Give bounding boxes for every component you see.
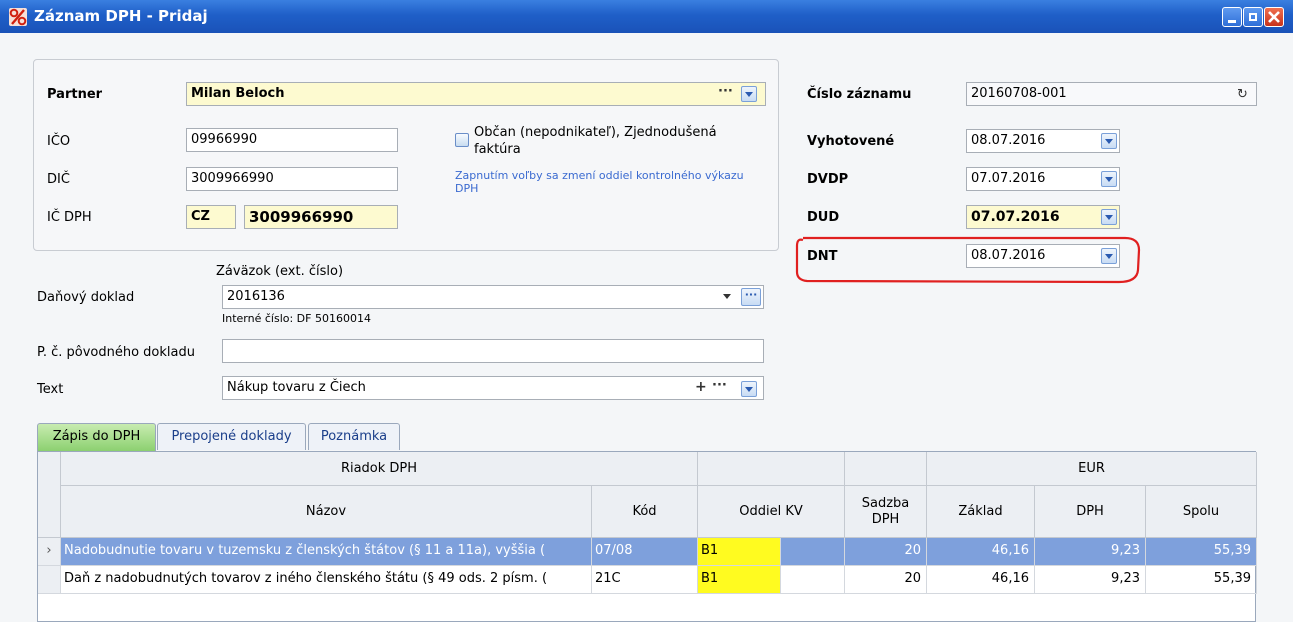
table-row-spolu[interactable]: 55,39 xyxy=(1146,538,1257,566)
obcan-checkbox[interactable] xyxy=(455,133,469,147)
minimize-icon xyxy=(1228,20,1236,23)
obcan-checkbox-label: Občan (nepodnikateľ), Zjednodušená xyxy=(474,125,717,140)
column-header-spolu[interactable]: Spolu xyxy=(1146,486,1257,538)
dud-date-field[interactable]: 07.07.2016 xyxy=(966,205,1120,229)
vyhotovene-date-field[interactable]: 08.07.2016 xyxy=(966,129,1120,153)
text-label: Text xyxy=(37,382,64,397)
column-header-nazov[interactable]: Názov xyxy=(61,486,592,538)
table-row-sadzba[interactable]: 20 xyxy=(845,566,927,594)
row-selector-icon[interactable]: › xyxy=(38,538,61,566)
icdph-country-field[interactable]: CZ xyxy=(186,205,236,229)
danovy-doklad-label: Daňový doklad xyxy=(37,290,135,305)
povodny-doklad-label: P. č. pôvodného dokladu xyxy=(37,345,195,360)
maximize-button[interactable] xyxy=(1243,7,1263,27)
close-button[interactable] xyxy=(1264,7,1284,27)
table-row-oddiel-rest[interactable] xyxy=(781,538,845,566)
povodny-doklad-field[interactable] xyxy=(222,339,764,363)
danovy-browse-button[interactable]: ··· xyxy=(741,288,761,306)
table-row-nazov[interactable]: Nadobudnutie tovaru v tuzemsku z členský… xyxy=(61,538,592,566)
vyhotovene-calendar-button[interactable] xyxy=(1101,133,1117,149)
column-header-sadzba-dph[interactable]: Sadzba DPH xyxy=(845,486,927,538)
app-icon xyxy=(9,8,27,26)
zavazok-label: Záväzok (ext. číslo) xyxy=(216,264,344,279)
danovy-doklad-field[interactable]: 2016136 xyxy=(222,285,764,309)
table-row-oddiel[interactable]: B1 xyxy=(698,538,781,566)
header-group-eur: EUR xyxy=(927,452,1257,486)
close-icon xyxy=(1268,11,1280,23)
dvdp-date-field[interactable]: 07.07.2016 xyxy=(966,167,1120,191)
column-header-zaklad[interactable]: Základ xyxy=(927,486,1035,538)
table-row-oddiel-rest[interactable] xyxy=(781,566,845,594)
table-row-zaklad[interactable]: 46,16 xyxy=(927,566,1035,594)
header-group-empty-2 xyxy=(845,452,927,486)
dvdp-label: DVDP xyxy=(807,172,849,187)
table-row-kod[interactable]: 21C xyxy=(592,566,698,594)
column-header-oddiel-kv[interactable]: Oddiel KV xyxy=(698,486,845,538)
dic-field[interactable]: 3009966990 xyxy=(186,167,398,191)
partner-label: Partner xyxy=(47,87,103,102)
row-selector[interactable] xyxy=(38,566,61,594)
row-indicator-header xyxy=(38,452,61,538)
text-field[interactable]: Nákup tovaru z Čiech xyxy=(222,376,764,400)
header-group-empty xyxy=(698,452,845,486)
cislo-zaznamu-label: Číslo záznamu xyxy=(807,87,912,102)
column-header-dph[interactable]: DPH xyxy=(1035,486,1146,538)
title-bar[interactable]: Záznam DPH - Pridaj xyxy=(0,0,1293,33)
dialog-window: Záznam DPH - Pridaj Partner Milan Beloch… xyxy=(0,0,1293,622)
tab-poznamka[interactable]: Poznámka xyxy=(308,423,400,450)
ico-field[interactable]: 09966990 xyxy=(186,128,398,152)
header-group-riadok: Riadok DPH xyxy=(61,452,698,486)
table-row-dph[interactable]: 9,23 xyxy=(1035,538,1146,566)
window-title: Záznam DPH - Pridaj xyxy=(34,7,208,25)
icdph-number-field[interactable]: 3009966990 xyxy=(244,205,398,229)
cislo-zaznamu-field[interactable]: 20160708-001 xyxy=(966,82,1257,106)
danovy-dropdown-arrow-icon[interactable] xyxy=(723,294,731,299)
obcan-note: Zapnutím voľby sa zmení oddiel kontrolné… xyxy=(455,169,744,182)
dud-calendar-button[interactable] xyxy=(1101,209,1117,225)
refresh-icon[interactable]: ↻ xyxy=(1237,87,1248,102)
text-dropdown-button[interactable] xyxy=(741,381,757,397)
partner-field[interactable]: Milan Beloch xyxy=(186,82,766,106)
table-row-dph[interactable]: 9,23 xyxy=(1035,566,1146,594)
table-row-sadzba[interactable]: 20 xyxy=(845,538,927,566)
table-row-kod[interactable]: 07/08 xyxy=(592,538,698,566)
partner-more-icon[interactable]: ··· xyxy=(718,84,733,99)
interne-cislo: Interné číslo: DF 50160014 xyxy=(222,312,371,325)
maximize-icon xyxy=(1249,13,1257,21)
partner-dropdown-button[interactable] xyxy=(741,86,757,102)
vyhotovene-label: Vyhotovené xyxy=(807,134,895,149)
tab-prepojene-doklady[interactable]: Prepojené doklady xyxy=(157,423,306,450)
text-more-icon[interactable]: ··· xyxy=(712,378,727,393)
dvdp-calendar-button[interactable] xyxy=(1101,171,1117,187)
dph-grid: Riadok DPH EUR Názov Kód Oddiel KV Sadzb… xyxy=(37,451,1257,622)
dnt-highlight-ellipse xyxy=(795,236,1141,284)
partner-value: Milan Beloch xyxy=(191,86,285,101)
minimize-button[interactable] xyxy=(1222,7,1242,27)
dud-label: DUD xyxy=(807,210,840,225)
obcan-note-line2: DPH xyxy=(455,182,479,195)
column-header-kod[interactable]: Kód xyxy=(592,486,698,538)
obcan-checkbox-label-line2: faktúra xyxy=(474,142,521,157)
table-row-zaklad[interactable]: 46,16 xyxy=(927,538,1035,566)
table-row-spolu[interactable]: 55,39 xyxy=(1146,566,1257,594)
ico-label: IČO xyxy=(47,134,71,149)
table-row-nazov[interactable]: Daň z nadobudnutých tovarov z iného člen… xyxy=(61,566,592,594)
dic-label: DIČ xyxy=(47,172,70,187)
tab-zapis-do-dph[interactable]: Zápis do DPH xyxy=(37,423,156,451)
text-add-icon[interactable]: + xyxy=(695,379,707,395)
icdph-label: IČ DPH xyxy=(47,210,92,225)
table-row-oddiel[interactable]: B1 xyxy=(698,566,781,594)
